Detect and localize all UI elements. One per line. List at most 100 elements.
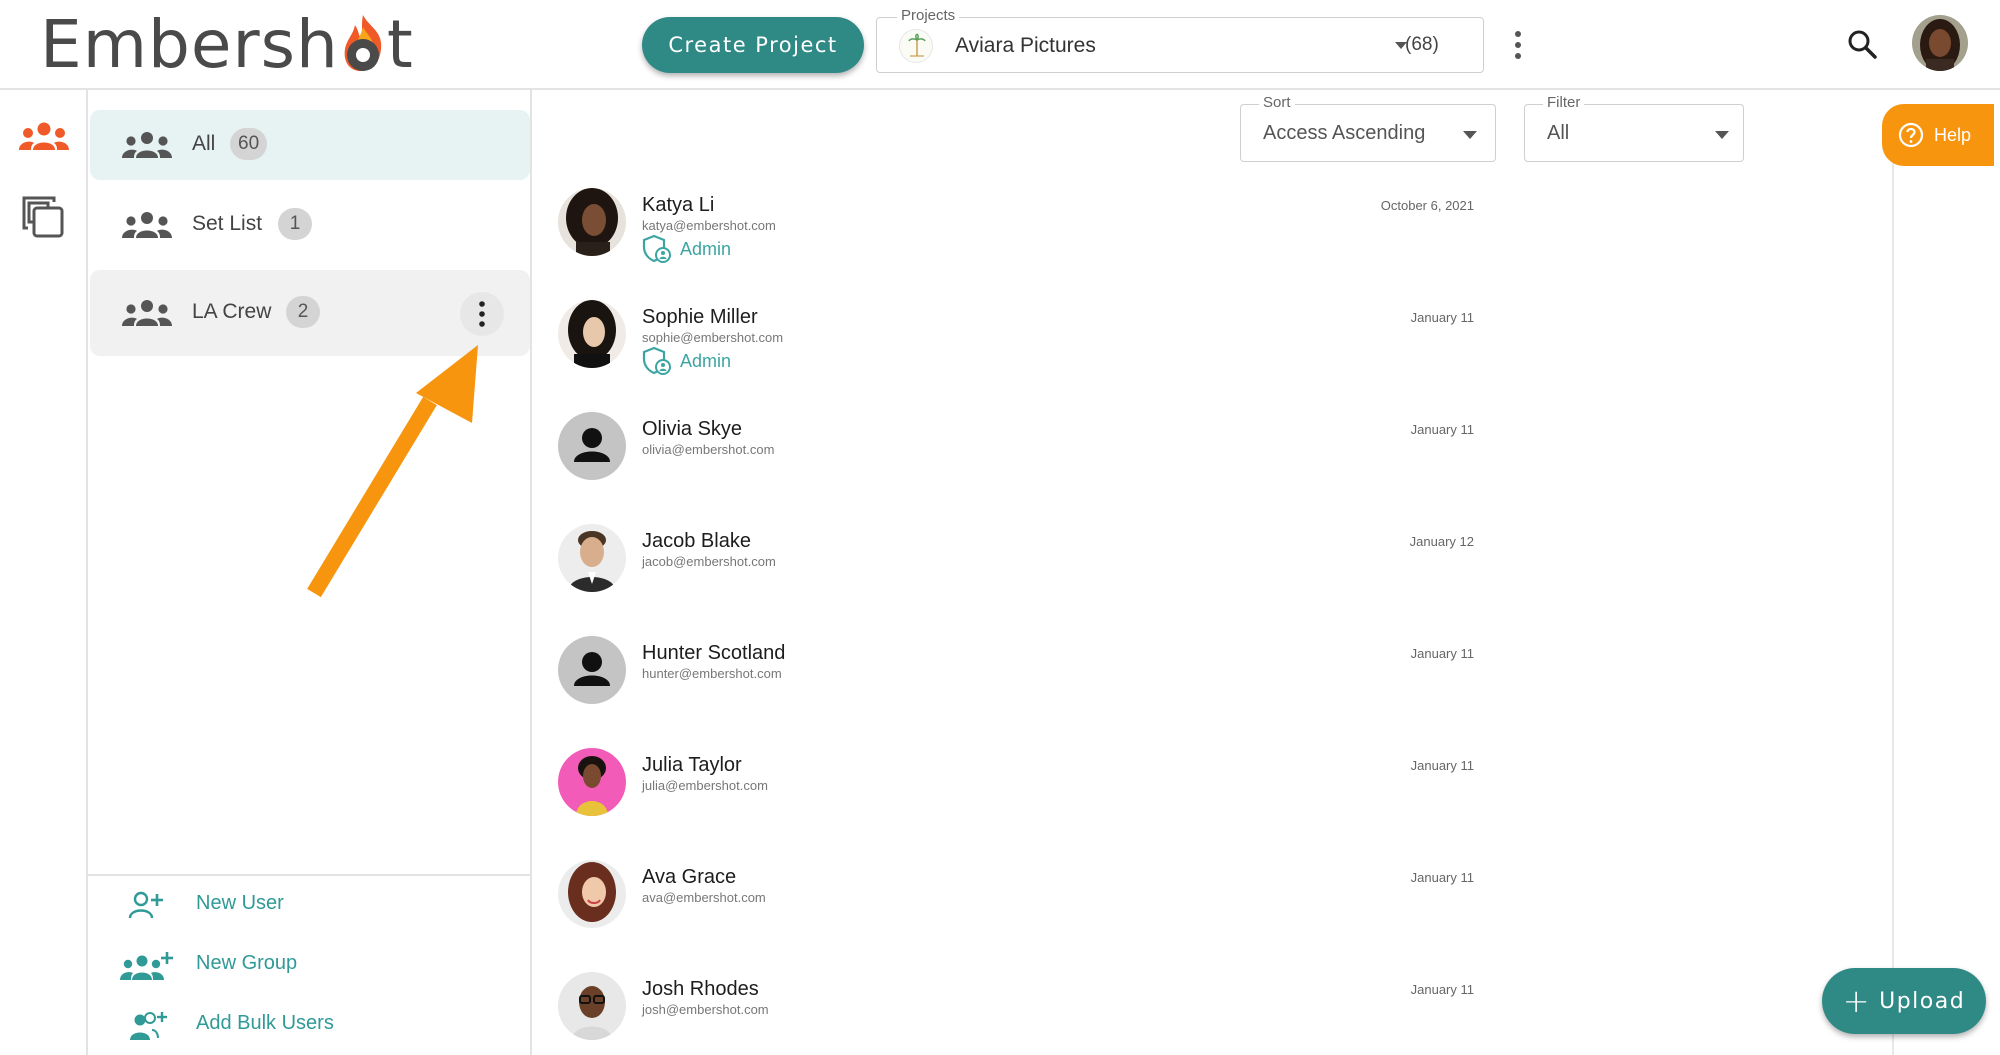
user-email: jacob@embershot.com xyxy=(642,554,776,569)
new-user-label: New User xyxy=(196,892,284,914)
help-label: Help xyxy=(1934,124,1972,145)
user-row[interactable]: Josh Rhodes josh@embershot.com January 1… xyxy=(534,972,1474,1055)
user-email: olivia@embershot.com xyxy=(642,442,775,457)
group-icon xyxy=(122,212,172,238)
user-email: julia@embershot.com xyxy=(642,778,768,793)
group-label: Set List xyxy=(192,212,263,235)
admin-badge: Admin xyxy=(642,234,731,264)
avatar xyxy=(558,860,626,928)
user-name: Sophie Miller xyxy=(642,306,758,328)
search-icon[interactable] xyxy=(1846,28,1878,60)
group-label: LA Crew xyxy=(192,300,272,323)
user-email: josh@embershot.com xyxy=(642,1002,769,1017)
group-label: All xyxy=(192,132,216,155)
bulk-users-icon xyxy=(130,1012,167,1040)
user-role: Admin xyxy=(680,350,732,371)
sort-dropdown-arrow-icon xyxy=(1463,131,1477,139)
project-name: Aviara Pictures xyxy=(955,34,1096,57)
admin-shield-icon xyxy=(642,346,671,375)
project-select[interactable]: Projects Aviara Pictures (68) xyxy=(876,7,1484,73)
filter-value: All xyxy=(1547,122,1570,144)
user-date: October 6, 2021 xyxy=(1380,198,1474,213)
avatar xyxy=(558,748,626,816)
group-icon xyxy=(122,300,172,326)
plus-icon: + xyxy=(1842,982,1872,1020)
group-count-badge: 60 xyxy=(230,128,268,160)
user-email: hunter@embershot.com xyxy=(642,666,782,681)
user-email: sophie@embershot.com xyxy=(642,330,784,345)
users-icon[interactable] xyxy=(18,120,70,159)
group-item-set-list[interactable]: Set List 1 xyxy=(90,190,530,260)
default-avatar-icon xyxy=(558,636,626,704)
add-bulk-users-button[interactable]: Add Bulk Users xyxy=(88,1000,528,1050)
create-project-button[interactable]: Create Project xyxy=(642,17,864,73)
group-more-icon[interactable] xyxy=(460,292,504,336)
projects-label: Projects xyxy=(897,7,960,24)
user-name: Katya Li xyxy=(642,194,715,216)
add-bulk-users-label: Add Bulk Users xyxy=(196,1012,334,1034)
user-email: katya@embershot.com xyxy=(642,218,776,233)
user-date: January 11 xyxy=(1410,758,1474,773)
default-avatar-icon xyxy=(558,412,626,480)
user-row[interactable]: Julia Taylor julia@embershot.com January… xyxy=(534,748,1474,848)
logo-text-end: t xyxy=(386,5,414,83)
sort-select[interactable]: Sort Access Ascending xyxy=(1240,94,1496,162)
user-row[interactable]: Jacob Blake jacob@embershot.com January … xyxy=(534,524,1474,624)
help-icon xyxy=(1898,122,1924,148)
groups-divider xyxy=(88,874,532,876)
user-name: Olivia Skye xyxy=(642,418,743,440)
avatar xyxy=(558,524,626,592)
user-row[interactable]: Hunter Scotland hunter@embershot.com Jan… xyxy=(534,636,1474,736)
header-more-icon[interactable] xyxy=(1510,30,1526,60)
user-name: Ava Grace xyxy=(642,866,737,888)
right-divider xyxy=(1892,160,1894,1055)
avatar xyxy=(558,972,626,1040)
group-count-badge: 2 xyxy=(286,296,320,328)
add-group-icon xyxy=(120,952,173,980)
new-user-button[interactable]: New User xyxy=(88,880,528,930)
upload-label: Upload xyxy=(1879,988,1966,1014)
user-name: Hunter Scotland xyxy=(642,642,786,664)
group-icon xyxy=(122,132,172,158)
user-date: January 11 xyxy=(1410,646,1474,661)
annotation-arrow-icon xyxy=(307,345,478,598)
upload-button[interactable]: + Upload xyxy=(1822,968,1986,1034)
user-row[interactable]: Olivia Skye olivia@embershot.com January… xyxy=(534,412,1474,512)
admin-shield-icon xyxy=(642,234,671,263)
app-header: Embersh t Create Project Projects Aviara… xyxy=(0,0,2000,90)
user-date: January 11 xyxy=(1410,310,1474,325)
filter-label: Filter xyxy=(1543,94,1585,111)
user-row[interactable]: Ava Grace ava@embershot.com January 11 xyxy=(534,860,1474,960)
group-count-badge: 1 xyxy=(278,208,312,240)
embershot-logo[interactable]: Embersh t xyxy=(40,5,414,83)
user-email: ava@embershot.com xyxy=(642,890,766,905)
help-button[interactable]: Help xyxy=(1882,104,1994,166)
ember-flame-icon xyxy=(344,15,382,71)
new-group-button[interactable]: New Group xyxy=(88,940,528,990)
users-main: Sort Access Ascending Filter All Katya L… xyxy=(534,90,1894,1055)
sort-value: Access Ascending xyxy=(1263,122,1426,144)
new-group-label: New Group xyxy=(196,952,298,974)
admin-badge: Admin xyxy=(642,346,731,376)
user-date: January 11 xyxy=(1410,870,1474,885)
group-item-la-crew[interactable]: LA Crew 2 xyxy=(90,270,530,356)
copies-icon[interactable] xyxy=(20,194,66,245)
user-row[interactable]: Katya Li katya@embershot.com Admin Octob… xyxy=(534,188,1474,288)
current-user-avatar[interactable] xyxy=(1912,15,1968,71)
project-count: (68) xyxy=(1405,34,1439,55)
user-date: January 12 xyxy=(1409,534,1474,549)
user-role: Admin xyxy=(680,238,732,259)
sort-label: Sort xyxy=(1259,94,1295,111)
user-row[interactable]: Sophie Miller sophie@embershot.com Admin… xyxy=(534,300,1474,400)
group-item-all[interactable]: All 60 xyxy=(90,110,530,180)
user-name: Julia Taylor xyxy=(642,754,742,776)
user-date: January 11 xyxy=(1410,422,1474,437)
avatar xyxy=(558,188,626,256)
filter-select[interactable]: Filter All xyxy=(1524,94,1744,162)
avatar xyxy=(558,300,626,368)
user-name: Jacob Blake xyxy=(642,530,751,552)
user-name: Josh Rhodes xyxy=(642,978,759,1000)
project-logo-icon xyxy=(899,29,933,63)
filter-dropdown-arrow-icon xyxy=(1715,131,1729,139)
icon-rail xyxy=(0,90,88,1055)
